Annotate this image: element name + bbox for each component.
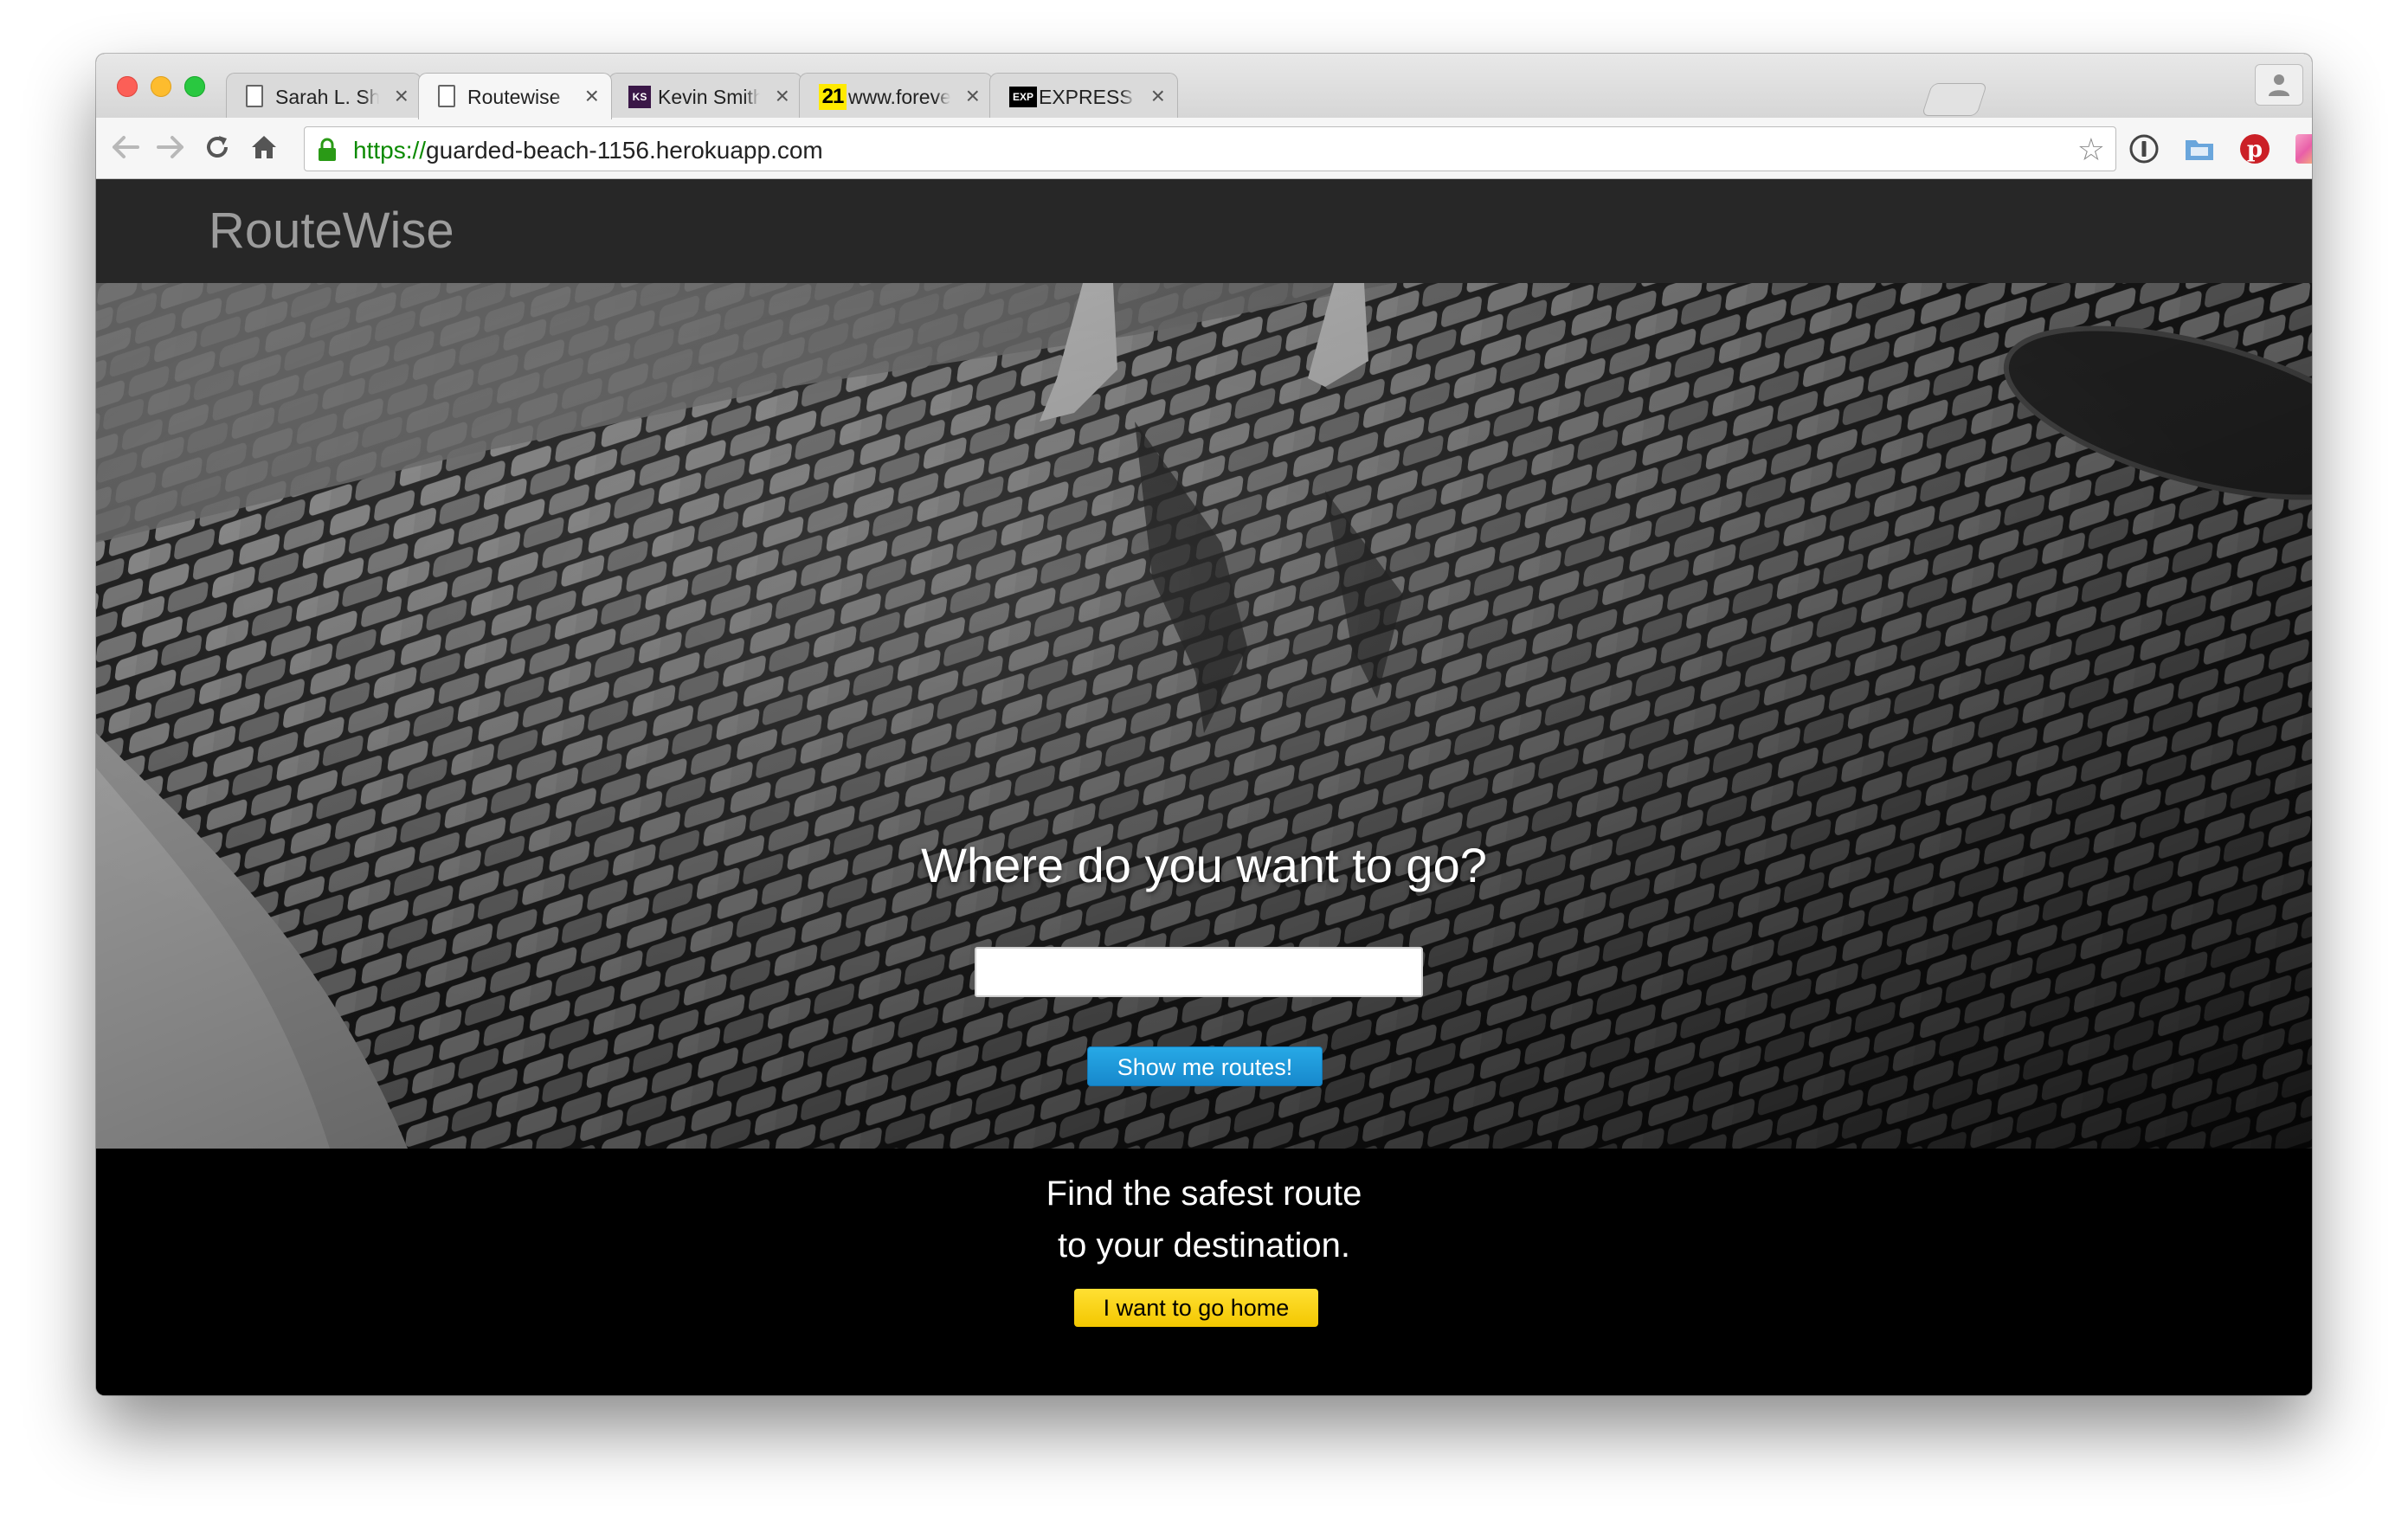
browser-toolbar: https://guarded-beach-1156.herokuapp.com… [96, 118, 2312, 179]
minimize-window-button[interactable] [151, 76, 171, 97]
tab-routewise[interactable]: Routewise × [418, 73, 612, 119]
cobblestone-street-photo [96, 283, 2312, 1149]
address-bar[interactable]: https://guarded-beach-1156.herokuapp.com… [304, 126, 2116, 171]
person-icon [2269, 74, 2289, 96]
close-tab-icon[interactable]: × [395, 82, 409, 109]
tab-title: Kevin Smith Transportation [658, 86, 760, 108]
tab-express[interactable]: EXP EXPRESS × [989, 73, 1178, 119]
close-tab-icon[interactable]: × [966, 82, 980, 109]
reload-icon [207, 136, 228, 158]
reload-button[interactable] [198, 128, 236, 166]
hero-title: Where do you want to go? [921, 838, 1487, 892]
new-tab-button[interactable] [1921, 83, 1988, 116]
back-button[interactable] [106, 128, 145, 166]
pinterest-icon: p [2240, 134, 2270, 164]
go-home-button[interactable]: I want to go home [1074, 1289, 1318, 1327]
tab-title: EXPRESS [1039, 86, 1133, 108]
zoom-window-button[interactable] [184, 76, 205, 97]
pinterest-button[interactable]: p [2237, 132, 2272, 166]
folder-icon [2186, 140, 2213, 160]
close-tab-icon[interactable]: × [776, 82, 789, 109]
svg-text:p: p [2247, 137, 2263, 163]
document-icon [438, 85, 455, 107]
forward-arrow-icon [157, 136, 183, 158]
tab-sarah-showers[interactable]: Sarah L. Showers | Web De × [226, 73, 422, 119]
ks-logo-icon: KS [628, 86, 651, 108]
page-viewport: RouteWise Where do you want to go? Show … [96, 179, 2312, 1395]
tab-title: Routewise [467, 86, 561, 108]
gradient-extension-icon [2295, 134, 2312, 164]
tab-strip: Sarah L. Showers | Web De × Routewise × … [96, 54, 2312, 119]
url-text: https://guarded-beach-1156.herokuapp.com [353, 137, 823, 164]
back-arrow-icon [113, 136, 139, 158]
express-logo-icon: EXP [1009, 87, 1037, 107]
forever21-logo-icon: 21 [819, 84, 847, 110]
onepassword-icon [2129, 134, 2159, 164]
tab-title: Sarah L. Showers | Web De [275, 86, 379, 108]
tab-kevin-smith[interactable]: KS Kevin Smith Transportation × [608, 73, 802, 119]
tab-title: www.forever21.com/Check [848, 86, 950, 108]
tagline: Find the safest route to your destinatio… [96, 1168, 2312, 1271]
show-routes-button[interactable]: Show me routes! [1087, 1046, 1323, 1086]
browser-window: Sarah L. Showers | Web De × Routewise × … [96, 54, 2312, 1395]
close-window-button[interactable] [117, 76, 138, 97]
bookmark-star-icon[interactable]: ☆ [2077, 134, 2105, 165]
document-icon [246, 85, 263, 107]
close-tab-icon[interactable]: × [585, 82, 599, 109]
tagline-line-2: to your destination. [1058, 1226, 1350, 1265]
onepassword-button[interactable] [2127, 132, 2161, 166]
tagline-section: Find the safest route to your destinatio… [96, 1149, 2312, 1395]
home-icon [252, 136, 276, 158]
brand-logo[interactable]: RouteWise [209, 202, 454, 260]
home-button[interactable] [245, 128, 283, 166]
close-tab-icon[interactable]: × [1151, 82, 1165, 109]
url-host: guarded-beach-1156.herokuapp.com [426, 137, 823, 164]
profile-button[interactable] [2255, 64, 2303, 106]
folder-extension-button[interactable] [2182, 132, 2217, 166]
site-navbar: RouteWise [96, 179, 2312, 283]
lock-icon [319, 138, 336, 161]
tagline-line-1: Find the safest route [1046, 1175, 1362, 1213]
destination-input[interactable] [975, 947, 1423, 997]
hero-section: Where do you want to go? Show me routes! [96, 283, 2312, 1149]
forward-button[interactable] [151, 128, 190, 166]
gradient-extension-button[interactable] [2293, 132, 2312, 166]
tab-forever21[interactable]: 21 www.forever21.com/Check × [799, 73, 993, 119]
url-scheme: https:// [353, 137, 427, 164]
